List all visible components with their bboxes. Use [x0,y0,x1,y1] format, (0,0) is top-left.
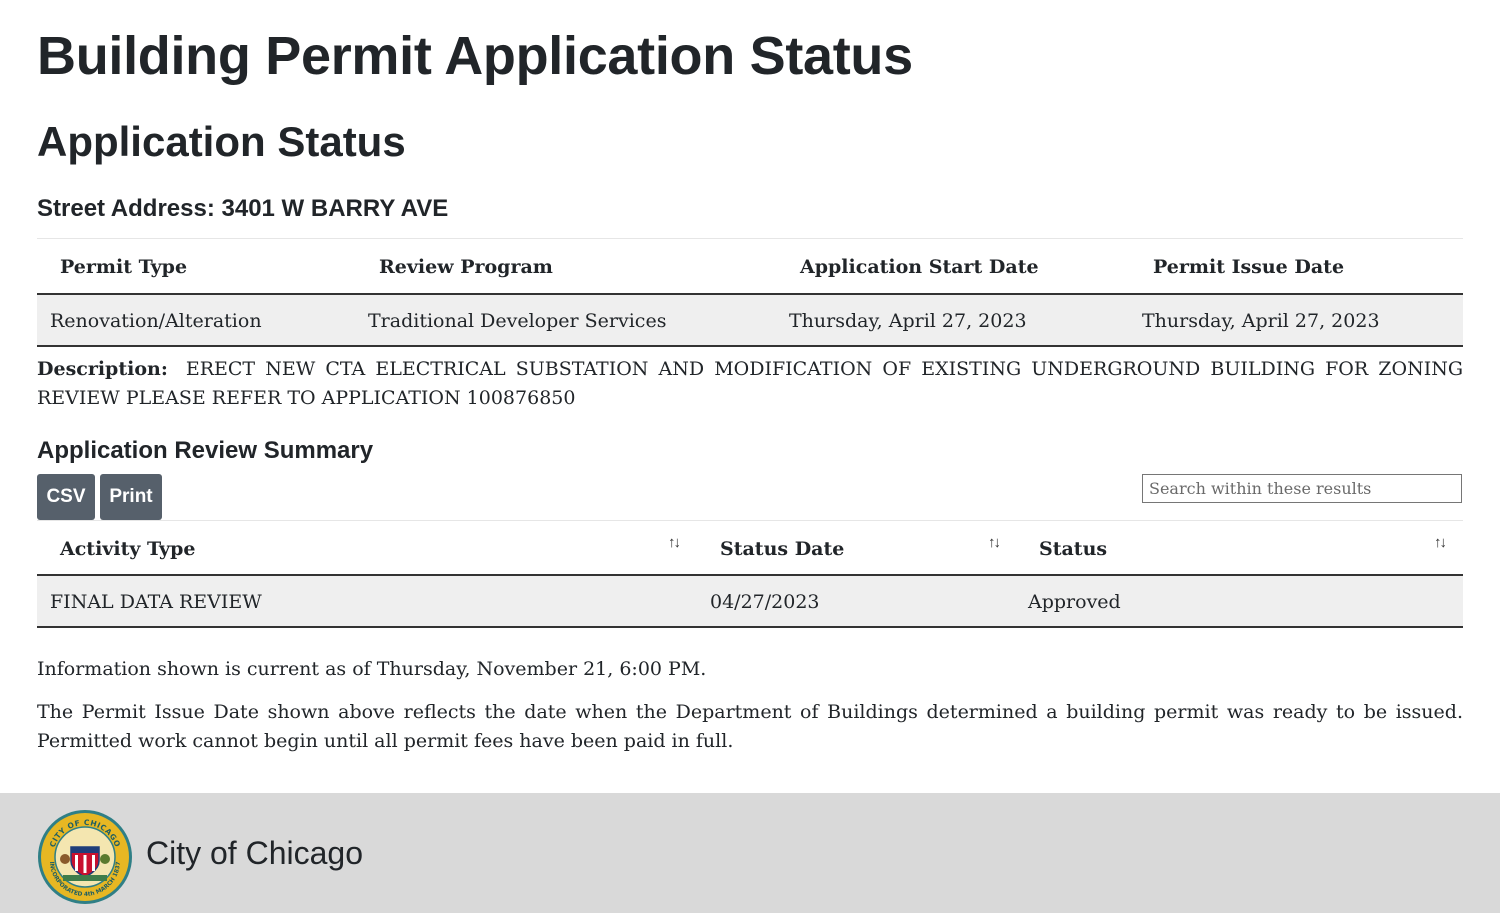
street-address: Street Address: 3401 W BARRY AVE [37,195,449,222]
city-seal-icon: CITY OF CHICAGO INCORPORATED 4th MARCH 1… [38,810,132,904]
divider [37,238,1463,239]
review-program-value: Traditional Developer Services [368,310,667,332]
search-input[interactable] [1142,474,1462,503]
status-value: Approved [1028,591,1121,613]
footer-city-name[interactable]: City of Chicago [146,833,363,873]
section-title: Application Status [37,118,406,165]
activity-table-header: Activity Type ↑↓ Status Date ↑↓ Status ↑… [37,522,1463,576]
table-row: FINAL DATA REVIEW 04/27/2023 Approved [37,576,1463,628]
permit-type-value: Renovation/Alteration [50,310,262,332]
description: Description: ERECT NEW CTA ELECTRICAL SUB… [37,355,1463,413]
review-summary-title: Application Review Summary [37,437,374,464]
description-text: ERECT NEW CTA ELECTRICAL SUBSTATION AND … [37,358,1463,409]
sort-arrows-icon[interactable]: ↑↓ [668,534,681,551]
page-title: Building Permit Application Status [37,26,913,86]
sort-arrows-icon[interactable]: ↑↓ [1434,534,1447,551]
header-activity-type[interactable]: Activity Type [60,537,195,561]
application-start-date-value: Thursday, April 27, 2023 [789,310,1027,332]
permit-table-header: Permit Type Review Program Application S… [37,240,1463,295]
header-application-start-date: Application Start Date [800,256,1039,278]
permit-issue-date-value: Thursday, April 27, 2023 [1142,310,1380,332]
header-status-date[interactable]: Status Date [720,537,844,561]
table-row: Renovation/Alteration Traditional Develo… [37,295,1463,347]
status-date-value: 04/27/2023 [710,591,820,613]
footer: CITY OF CHICAGO INCORPORATED 4th MARCH 1… [0,793,1500,913]
divider [37,520,1463,521]
current-as-of-note: Information shown is current as of Thurs… [37,658,707,680]
activity-type-value: FINAL DATA REVIEW [50,591,262,613]
header-review-program: Review Program [379,256,553,278]
issue-date-note: The Permit Issue Date shown above reflec… [37,701,1463,752]
sort-arrows-icon[interactable]: ↑↓ [988,534,1001,551]
header-status[interactable]: Status [1039,537,1107,561]
header-permit-issue-date: Permit Issue Date [1153,256,1345,278]
header-permit-type: Permit Type [60,256,188,278]
description-label: Description: [37,358,168,380]
csv-button[interactable]: CSV [37,474,95,520]
print-button[interactable]: Print [100,474,162,520]
